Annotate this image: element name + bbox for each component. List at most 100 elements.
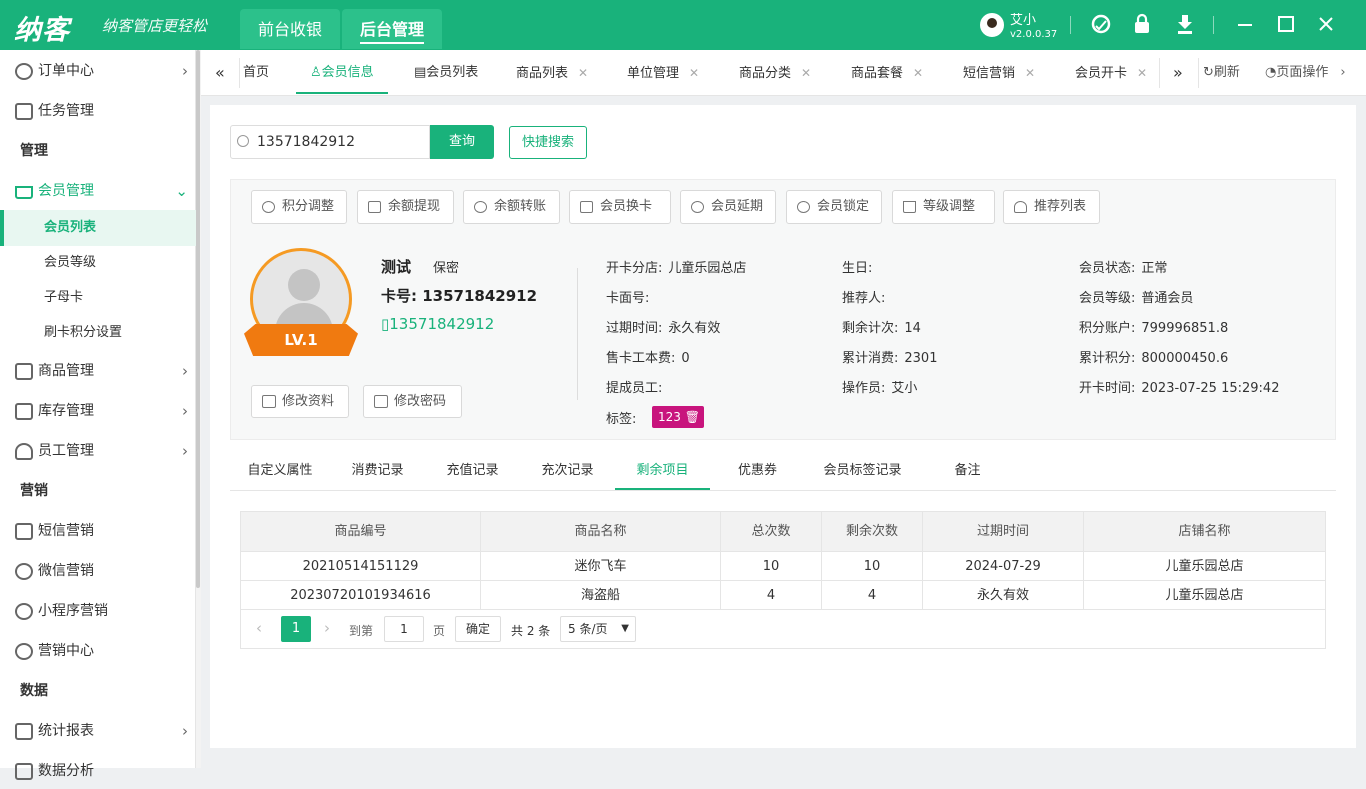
edit-profile-button[interactable]: 修改资料 bbox=[251, 385, 349, 418]
sidebar-item-wechat[interactable]: 微信营销 bbox=[0, 553, 196, 589]
subtab-custom-attrs[interactable]: 自定义属性 bbox=[230, 452, 330, 490]
tab-unit-manage[interactable]: 单位管理 ✕ bbox=[627, 50, 699, 94]
chevron-right-icon: › bbox=[182, 722, 188, 740]
app-version: v2.0.0.37 bbox=[1010, 29, 1058, 40]
close-icon[interactable]: ✕ bbox=[1025, 66, 1035, 80]
chevron-down-icon: ⌄ bbox=[175, 182, 188, 200]
tab-goods-category[interactable]: 商品分类 ✕ bbox=[739, 50, 811, 94]
tag-badge[interactable]: 123 🗑 bbox=[652, 406, 704, 428]
minimize-icon[interactable] bbox=[1233, 13, 1257, 37]
next-page-button[interactable]: › bbox=[324, 619, 330, 637]
member-lock-button[interactable]: 会员锁定 bbox=[786, 190, 882, 224]
close-icon[interactable] bbox=[1314, 13, 1338, 37]
sidebar-item-marketing-center[interactable]: 营销中心 bbox=[0, 633, 196, 669]
sidebar-item-tasks[interactable]: 任务管理 bbox=[0, 93, 196, 129]
subtab-remarks[interactable]: 备注 bbox=[920, 452, 1015, 490]
sidebar-item-analysis[interactable]: 数据分析 bbox=[0, 753, 196, 789]
member-name: 测试 bbox=[381, 258, 412, 276]
subtab-count-recharge-records[interactable]: 充次记录 bbox=[520, 452, 615, 490]
page-ops-button[interactable]: ◔页面操作 › bbox=[1265, 50, 1346, 94]
balance-withdraw-button[interactable]: 余额提现 bbox=[357, 190, 454, 224]
prev-page-button[interactable]: ‹ bbox=[256, 619, 262, 637]
close-icon[interactable]: ✕ bbox=[913, 66, 923, 80]
close-icon[interactable]: ✕ bbox=[689, 66, 699, 80]
sidebar-item-stock[interactable]: 库存管理 › bbox=[0, 393, 196, 429]
headset-icon[interactable] bbox=[1089, 13, 1113, 37]
field-open-time: 开卡时间: 2023-07-25 15:29:42 bbox=[1079, 377, 1279, 396]
nav-back-management[interactable]: 后台管理 bbox=[342, 9, 443, 49]
tab-goods-list[interactable]: 商品列表 ✕ bbox=[516, 50, 588, 94]
query-button[interactable]: 查询 bbox=[430, 125, 494, 159]
sidebar-item-staff[interactable]: 员工管理 › bbox=[0, 433, 196, 469]
gauge-icon: ◔ bbox=[1265, 65, 1277, 80]
field-value: 正常 bbox=[1141, 261, 1168, 276]
field-key: 推荐人: bbox=[842, 291, 886, 306]
subtab-recharge-records[interactable]: 充值记录 bbox=[425, 452, 520, 490]
trash-icon[interactable]: 🗑 bbox=[685, 410, 700, 424]
subtab-consume-records[interactable]: 消费记录 bbox=[330, 452, 425, 490]
table-cell: 海盗船 bbox=[481, 581, 721, 610]
quick-search-button[interactable]: 快捷搜索 bbox=[509, 126, 587, 159]
tab-member-info[interactable]: ♙会员信息 bbox=[296, 50, 388, 94]
recommend-list-button[interactable]: 推荐列表 bbox=[1003, 190, 1100, 224]
close-icon[interactable]: ✕ bbox=[801, 66, 811, 80]
tabs-scroll-left[interactable]: « bbox=[215, 50, 225, 94]
subtab-coupons[interactable]: 优惠券 bbox=[710, 452, 805, 490]
wechat-icon bbox=[15, 563, 33, 580]
page-size-select[interactable]: 5 条/页 ▼ bbox=[560, 616, 636, 642]
crown-icon bbox=[15, 186, 33, 199]
nav-front-cashier[interactable]: 前台收银 bbox=[240, 9, 341, 49]
close-icon[interactable]: ✕ bbox=[578, 66, 588, 80]
sidebar-item-sub-card[interactable]: 子母卡 bbox=[0, 280, 196, 316]
table-cell: 20230720101934616 bbox=[241, 581, 481, 610]
goto-confirm-button[interactable]: 确定 bbox=[455, 616, 501, 642]
sidebar-item-sms[interactable]: 短信营销 bbox=[0, 513, 196, 549]
maximize-icon[interactable] bbox=[1274, 13, 1298, 37]
sidebar-item-member-levels[interactable]: 会员等级 bbox=[0, 245, 196, 281]
current-page[interactable]: 1 bbox=[281, 616, 311, 642]
tab-goods-package[interactable]: 商品套餐 ✕ bbox=[851, 50, 923, 94]
field-key: 开卡分店: bbox=[606, 261, 663, 276]
sidebar-item-goods[interactable]: 商品管理 › bbox=[0, 353, 196, 389]
user-name[interactable]: 艾小 bbox=[1010, 9, 1036, 28]
field-key: 累计积分: bbox=[1079, 351, 1136, 366]
subtab-tag-records[interactable]: 会员标签记录 bbox=[805, 452, 920, 490]
refresh-button[interactable]: ↻刷新 bbox=[1203, 50, 1240, 94]
tabs-scroll-right[interactable]: » bbox=[1173, 50, 1183, 94]
sidebar-item-swipe-points[interactable]: 刷卡积分设置 bbox=[0, 315, 196, 351]
search-input[interactable]: 13571842912 bbox=[230, 125, 430, 159]
download-icon[interactable] bbox=[1173, 13, 1197, 37]
sidebar-item-orders[interactable]: 订单中心 › bbox=[0, 53, 196, 89]
user-avatar[interactable] bbox=[980, 13, 1004, 37]
sidebar-item-member-list[interactable]: 会员列表 bbox=[0, 210, 196, 246]
goto-page-input[interactable]: 1 bbox=[384, 616, 424, 642]
sidebar-item-label: 微信营销 bbox=[38, 563, 94, 579]
change-password-button[interactable]: 修改密码 bbox=[363, 385, 462, 418]
lock-icon[interactable] bbox=[1130, 13, 1154, 37]
sidebar-item-label: 商品管理 bbox=[38, 363, 94, 379]
field-tag: 标签: bbox=[606, 412, 637, 427]
field-value: 2301 bbox=[904, 351, 938, 366]
sidebar-item-miniapp[interactable]: 小程序营销 bbox=[0, 593, 196, 629]
sidebar-scrollbar-thumb[interactable] bbox=[196, 50, 200, 588]
sidebar-item-reports[interactable]: 统计报表 › bbox=[0, 713, 196, 749]
tab-member-list[interactable]: ▤会员列表 bbox=[414, 50, 478, 94]
tab-member-open-card[interactable]: 会员开卡 ✕ bbox=[1075, 50, 1147, 94]
action-label: 余额提现 bbox=[388, 199, 441, 214]
member-gender: 保密 bbox=[433, 261, 460, 276]
sidebar-item-members[interactable]: 会员管理 ⌄ bbox=[0, 173, 196, 209]
level-adjust-button[interactable]: 等级调整 bbox=[892, 190, 995, 224]
subtab-remaining-items[interactable]: 剩余项目 bbox=[615, 452, 710, 490]
member-phone: ▯13571842912 bbox=[381, 315, 494, 333]
member-change-card-button[interactable]: 会员换卡 bbox=[569, 190, 671, 224]
page-ops-label: 页面操作 bbox=[1276, 65, 1329, 80]
close-icon[interactable]: ✕ bbox=[1137, 66, 1147, 80]
tab-home[interactable]: 首页 bbox=[243, 50, 269, 94]
goto-label: 到第 bbox=[349, 624, 374, 638]
balance-transfer-button[interactable]: 余额转账 bbox=[463, 190, 560, 224]
sidebar-item-label: 数据分析 bbox=[38, 763, 94, 779]
points-adjust-button[interactable]: 积分调整 bbox=[251, 190, 347, 224]
member-extend-button[interactable]: 会员延期 bbox=[680, 190, 776, 224]
tab-sms-marketing[interactable]: 短信营销 ✕ bbox=[963, 50, 1035, 94]
field-remaining-count: 剩余计次: 14 bbox=[842, 317, 921, 336]
